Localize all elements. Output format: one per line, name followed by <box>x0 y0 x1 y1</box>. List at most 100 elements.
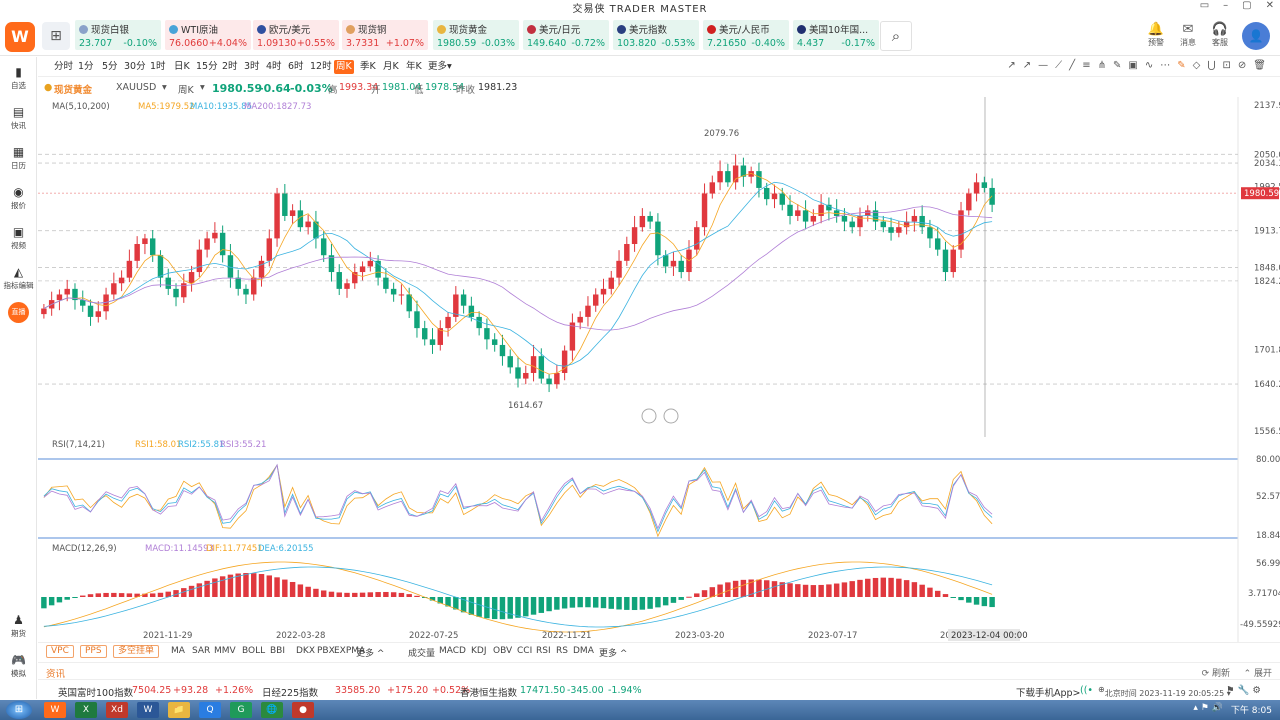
sub-indicator-tab[interactable]: CCI <box>517 646 532 656</box>
hline-tool-icon[interactable]: — <box>1038 60 1048 71</box>
main-indicator-tab[interactable]: 更多 ^ <box>356 646 384 659</box>
ticker-name[interactable]: 香港恒生指数 <box>460 685 517 699</box>
hide-drawings-icon[interactable]: ⊘ <box>1238 60 1246 71</box>
wave-tool-icon[interactable]: ∿ <box>1145 60 1153 71</box>
sidebar-item-sim[interactable]: 🎮 模拟 <box>0 653 37 679</box>
image-tool-icon[interactable]: ▣ <box>1128 60 1137 71</box>
maximize-window-icon[interactable]: ▢ <box>1242 0 1251 11</box>
quote-card[interactable]: WTI原油 76.0660 +4.04% <box>165 20 251 50</box>
minimize-window-icon[interactable]: – <box>1223 0 1228 11</box>
ticker-name[interactable]: 日经225指数 <box>262 685 318 699</box>
timeframe-tab[interactable]: 分时 <box>52 60 75 74</box>
main-indicator-tab[interactable]: DKX <box>296 646 315 656</box>
timeframe-tab[interactable]: 6时 <box>286 60 306 74</box>
timeframe-tab[interactable]: 1分 <box>76 60 96 74</box>
taskbar-app-icon[interactable]: 🌐 <box>261 702 283 718</box>
symbol-dropdown-icon[interactable]: ▾ <box>162 82 167 93</box>
quote-card[interactable]: 现货黄金 1980.59 -0.03% <box>433 20 519 50</box>
ray-tool-icon[interactable]: ↗ <box>1007 60 1015 71</box>
timeframe-tab[interactable]: 5分 <box>100 60 120 74</box>
taskbar-app-icon[interactable]: Q <box>199 702 221 718</box>
refresh-button[interactable]: ⟳ 刷新 <box>1202 666 1230 679</box>
timeframe-tab[interactable]: 2时 <box>220 60 240 74</box>
grid-menu-icon[interactable]: ⊞ <box>42 22 70 50</box>
taskbar-app-icon[interactable]: W <box>137 702 159 718</box>
timeframe-tab[interactable]: 月K <box>381 60 401 74</box>
live-hot-icon[interactable]: 直播 <box>8 302 29 323</box>
quote-card[interactable]: 美国10年国... 4.437 -0.17% <box>793 20 879 50</box>
restore-window-icon[interactable]: ▭ <box>1200 0 1209 11</box>
quote-card[interactable]: 欧元/美元 1.09130 +0.55% <box>253 20 339 50</box>
main-indicator-tab[interactable]: PBX <box>317 646 335 656</box>
avatar[interactable]: 👤 <box>1242 22 1270 50</box>
timeframe-tab[interactable]: 3时 <box>242 60 262 74</box>
chart-area[interactable]: 2079.761614.672137.902050.002034.371992.… <box>38 97 1280 642</box>
sub-indicator-tab[interactable]: DMA <box>573 646 594 656</box>
favorite-icon[interactable]: ● <box>44 82 52 93</box>
symbol-name[interactable]: 现货黄金 <box>54 82 92 96</box>
bell-button[interactable]: 🔔 预警 <box>1146 22 1166 48</box>
status-icons[interactable]: ⚑ 🔧 ⚙ <box>1226 685 1261 696</box>
ticker-name[interactable]: 英国富时100指数 <box>58 685 133 699</box>
indicator-tab-special[interactable]: 多空挂单 <box>113 645 160 658</box>
period-dropdown-icon[interactable]: ▾ <box>200 82 205 93</box>
sidebar-item-quotes[interactable]: ◉ 报价 <box>0 185 37 211</box>
main-indicator-tab[interactable]: MA <box>171 646 185 656</box>
timeframe-tab[interactable]: 周K <box>334 60 354 74</box>
sub-indicator-tab[interactable]: MACD <box>439 646 466 656</box>
taskbar-app-icon[interactable]: W <box>44 702 66 718</box>
sub-indicator-tab[interactable]: RS <box>556 646 568 656</box>
sidebar-item-news[interactable]: ▤ 快讯 <box>0 105 37 131</box>
main-indicator-tab[interactable]: SAR <box>192 646 210 656</box>
pen-tool-icon[interactable]: ✎ <box>1113 60 1121 71</box>
magnet-icon[interactable]: ⋃ <box>1207 60 1215 71</box>
taskbar-app-icon[interactable]: ● <box>292 702 314 718</box>
timeframe-tab[interactable]: 12时 <box>308 60 334 74</box>
edit-tool-icon[interactable]: ✎ <box>1177 60 1185 71</box>
main-indicator-tab[interactable]: BOLL <box>242 646 265 656</box>
trend-tool-icon[interactable]: ╱ <box>1069 60 1075 71</box>
timeframe-tab[interactable]: 4时 <box>264 60 284 74</box>
headset-button[interactable]: 🎧 客服 <box>1210 22 1230 48</box>
taskbar-app-icon[interactable]: X <box>75 702 97 718</box>
sub-indicator-tab[interactable]: 成交量 <box>408 646 435 659</box>
timeframe-tab[interactable]: 日K <box>172 60 192 74</box>
taskbar-app-icon[interactable]: G <box>230 702 252 718</box>
sub-indicator-tab[interactable]: OBV <box>493 646 512 656</box>
sidebar-item-calendar[interactable]: ▦ 日历 <box>0 145 37 171</box>
search-icon[interactable]: ⌕ <box>880 21 912 51</box>
quote-card[interactable]: 美元指数 103.820 -0.53% <box>613 20 699 50</box>
sidebar-item-watchlist[interactable]: ▮ 自选 <box>0 65 37 91</box>
delete-drawings-icon[interactable]: 🗑 <box>1253 60 1266 71</box>
sidebar-item-futures[interactable]: ♟ 期货 <box>0 613 37 639</box>
more-tools-icon[interactable]: ⋯ <box>1160 60 1170 71</box>
taskbar-app-icon[interactable]: Xd <box>106 702 128 718</box>
main-indicator-tab[interactable]: BBI <box>270 646 285 656</box>
indicator-tab-special[interactable]: VPC <box>46 645 74 658</box>
kline-chart[interactable]: 2079.761614.672137.902050.002034.371992.… <box>38 97 1280 642</box>
period-selector[interactable]: 周K <box>178 82 194 96</box>
timeframe-tab[interactable]: 季K <box>358 60 378 74</box>
timeframe-tab[interactable]: 30分 <box>122 60 148 74</box>
scroll-left-button[interactable] <box>641 408 657 424</box>
sidebar-item-indicator-edit[interactable]: ◭ 指标编辑 <box>0 265 37 291</box>
start-button-icon[interactable]: ⊞ <box>6 701 32 719</box>
news-label[interactable]: 资讯 <box>46 666 65 680</box>
timeframe-tab[interactable]: 15分 <box>194 60 220 74</box>
sidebar-item-video[interactable]: ▣ 视频 <box>0 225 37 251</box>
sub-indicator-tab[interactable]: RSI <box>536 646 551 656</box>
timeframe-tab[interactable]: 年K <box>404 60 424 74</box>
mail-button[interactable]: ✉ 消息 <box>1178 22 1198 48</box>
lock-icon[interactable]: ⊡ <box>1223 60 1231 71</box>
close-window-icon[interactable]: ✕ <box>1266 0 1274 11</box>
sub-indicator-tab[interactable]: KDJ <box>471 646 487 656</box>
main-indicator-tab[interactable]: MMV <box>214 646 236 656</box>
scroll-right-button[interactable] <box>663 408 679 424</box>
quote-card[interactable]: 现货铜 3.7331 +1.07% <box>342 20 428 50</box>
taskbar-app-icon[interactable]: 📁 <box>168 702 190 718</box>
quote-card[interactable]: 美元/日元 149.640 -0.72% <box>523 20 609 50</box>
download-app-link[interactable]: 下载手机App> <box>1016 685 1081 699</box>
eraser-icon[interactable]: ◇ <box>1193 60 1201 71</box>
arrow-tool-icon[interactable]: ↗ <box>1023 60 1031 71</box>
timeframe-tab[interactable]: 更多▾ <box>426 60 454 74</box>
